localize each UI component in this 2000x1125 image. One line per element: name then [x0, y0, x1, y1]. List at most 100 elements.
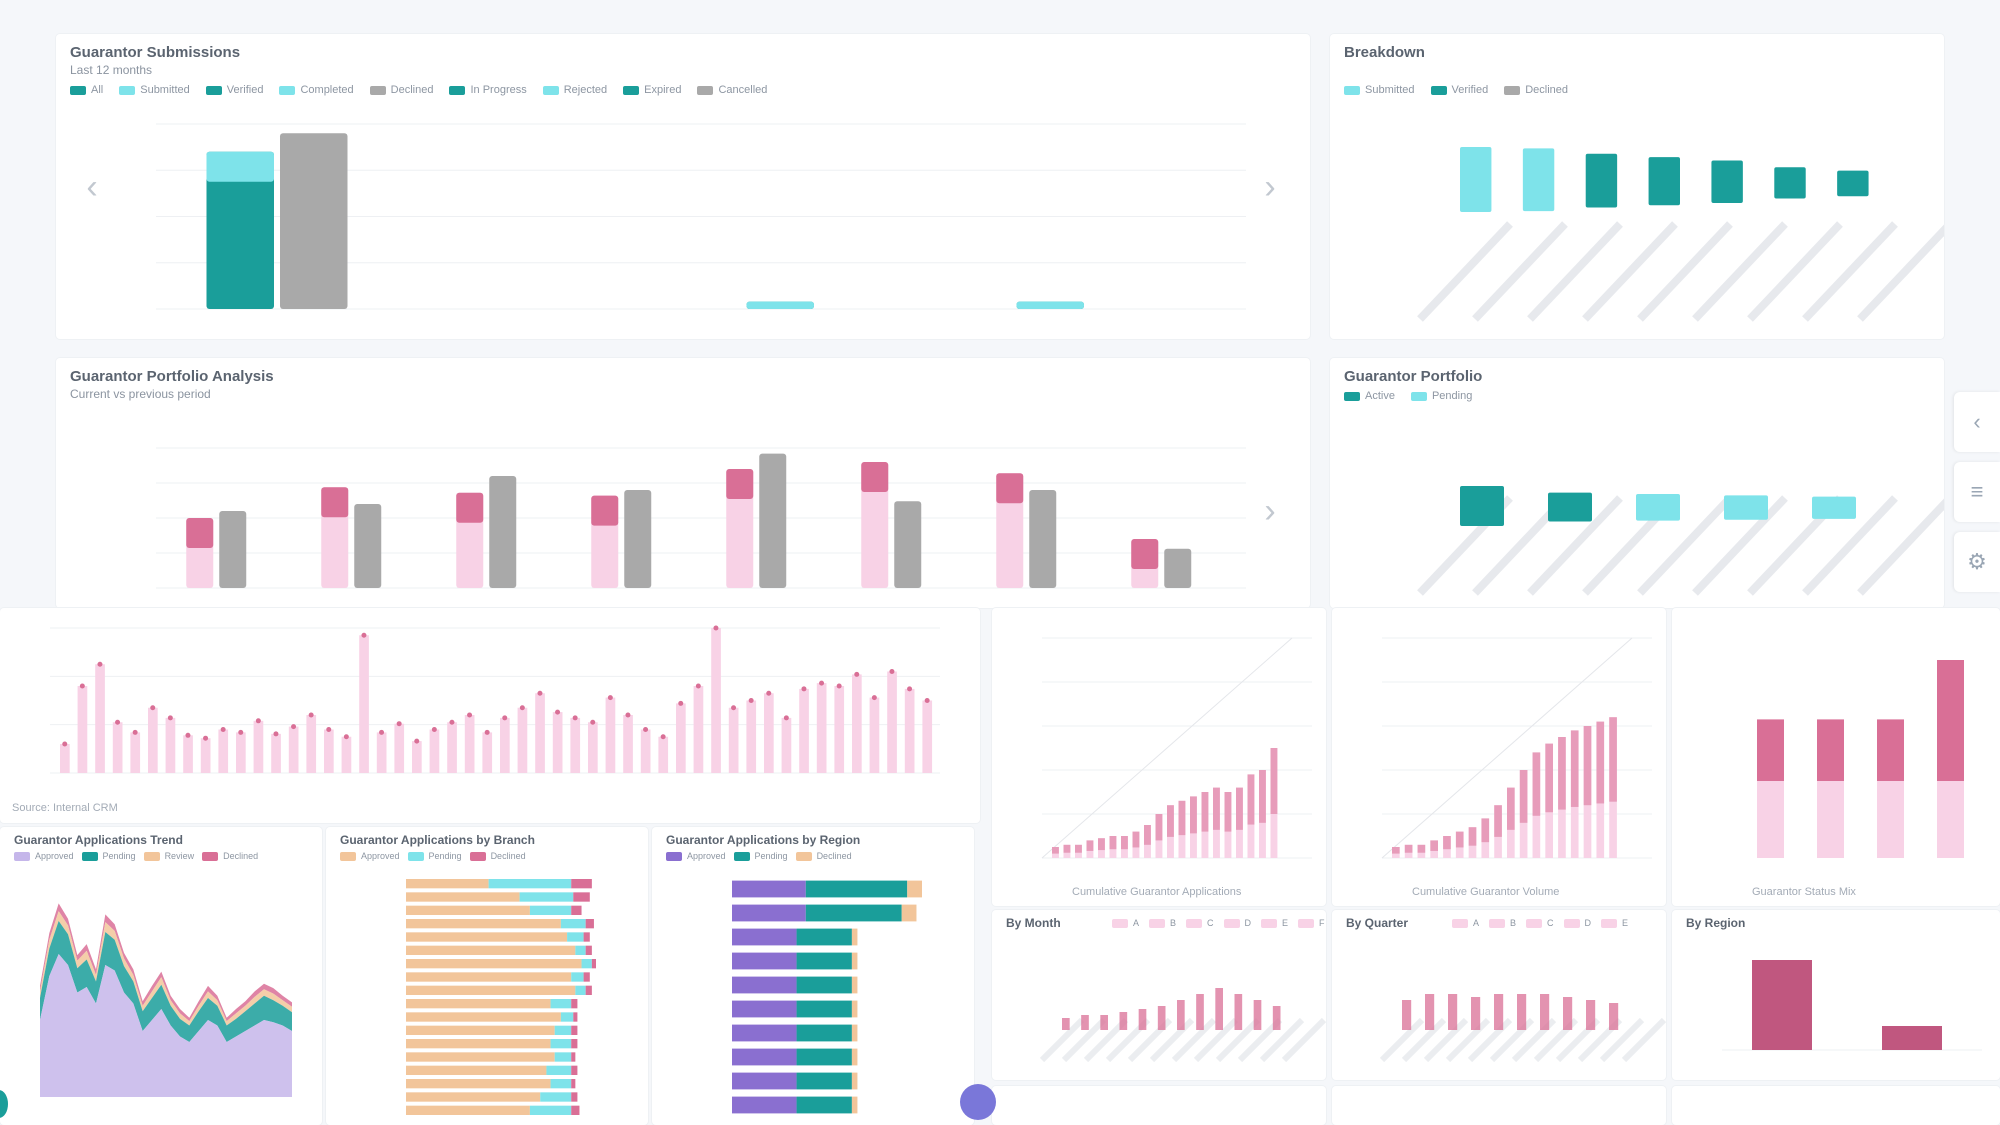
legend-swatch: [733, 851, 750, 861]
bar: [834, 686, 845, 773]
chevron-right-icon[interactable]: ›: [1256, 494, 1284, 528]
bar: [77, 686, 88, 773]
legend-label: Declined: [1525, 84, 1569, 96]
bar-marker: [783, 715, 789, 721]
legend-item[interactable]: Rejected: [542, 84, 607, 96]
legend-item[interactable]: F: [1298, 918, 1325, 928]
legend-item[interactable]: C: [1526, 918, 1554, 928]
legend-swatch: [202, 851, 219, 861]
bar-segment: [571, 1039, 578, 1049]
bar-top: [1201, 792, 1209, 832]
bar-segment: [796, 1048, 852, 1066]
legend-item[interactable]: C: [1186, 918, 1214, 928]
legend-item[interactable]: In Progress: [449, 84, 527, 96]
legend-item[interactable]: Cancelled: [697, 84, 767, 96]
bar-segment: [1937, 660, 1964, 781]
legend-item[interactable]: Approved: [666, 851, 726, 861]
legend-item[interactable]: Submitted: [1344, 84, 1415, 96]
legend-item[interactable]: Declined: [795, 851, 852, 861]
bar: [288, 726, 299, 773]
bar-marker: [801, 686, 807, 692]
legend-item[interactable]: Declined: [1504, 84, 1568, 96]
legend-item[interactable]: Approved: [340, 851, 400, 861]
bar: [200, 738, 211, 773]
legend-item[interactable]: All: [70, 84, 103, 96]
legend-item[interactable]: Verified: [205, 84, 263, 96]
legend-item[interactable]: Active: [1344, 390, 1395, 402]
grid-band: [1281, 1017, 1326, 1063]
grid-band: [1582, 221, 1678, 322]
legend-item[interactable]: Approved: [14, 851, 74, 861]
legend-label: Expired: [644, 84, 682, 96]
legend-item[interactable]: Completed: [279, 84, 354, 96]
legend-item[interactable]: A: [1112, 918, 1139, 928]
bar-segment: [406, 1039, 551, 1049]
legend-item[interactable]: Pending: [733, 851, 788, 861]
bar-cap: [321, 487, 349, 518]
chevron-left-icon[interactable]: ‹: [78, 170, 106, 204]
bar-top: [1558, 737, 1566, 810]
bar-segment: [575, 945, 586, 955]
legend-item[interactable]: D: [1563, 918, 1591, 928]
bar: [816, 683, 827, 773]
card-title: Guarantor Portfolio Analysis: [70, 368, 274, 385]
legend-item[interactable]: Verified: [1430, 84, 1488, 96]
legend-item[interactable]: Pending: [407, 851, 462, 861]
legend-swatch: [70, 85, 86, 95]
legend-item[interactable]: A: [1452, 918, 1479, 928]
legend-label: B: [1510, 918, 1517, 928]
legend-item[interactable]: B: [1489, 918, 1516, 928]
bar: [922, 700, 933, 773]
bar: [1494, 994, 1504, 1030]
cumulative-applications-chart: [1041, 637, 1312, 859]
chevron-right-icon[interactable]: ›: [1256, 170, 1284, 204]
bar: [624, 490, 652, 588]
legend-item[interactable]: Submitted: [119, 84, 190, 96]
bar: [1460, 486, 1504, 526]
bar-segment: [573, 892, 590, 902]
bar-top: [1178, 800, 1186, 836]
bar: [236, 732, 246, 773]
by-region-chart: [1722, 960, 1982, 1051]
bar-marker: [167, 715, 173, 721]
bar-marker: [115, 719, 121, 725]
bar-segment: [1877, 719, 1904, 781]
bar: [1837, 170, 1869, 197]
bar-cap: [1131, 539, 1159, 569]
legend-item[interactable]: Declined: [469, 851, 526, 861]
legend-label: E: [1622, 918, 1629, 928]
bar: [1081, 1015, 1089, 1030]
bar: [500, 717, 510, 773]
legend-item[interactable]: Expired: [623, 84, 681, 96]
legend-item[interactable]: Review: [143, 851, 194, 861]
legend-item[interactable]: Pending: [1410, 390, 1472, 402]
side-panel-tab-1[interactable]: ‹: [1954, 392, 2000, 452]
cumulative-applications-card: Cumulative Guarantor Applications: [992, 608, 1326, 906]
legend-item[interactable]: B: [1149, 918, 1176, 928]
bar-top: [1507, 787, 1515, 830]
bar-marker: [449, 719, 455, 725]
bar-segment: [406, 1105, 530, 1115]
bar-segment: [406, 1025, 555, 1035]
legend-item[interactable]: E: [1601, 918, 1628, 928]
legend-item[interactable]: Declined: [202, 851, 258, 861]
legend-label: Pending: [754, 851, 788, 861]
grid-band: [1472, 221, 1568, 322]
legend-item[interactable]: Pending: [81, 851, 136, 861]
bar: [1448, 994, 1458, 1030]
assistant-button[interactable]: [960, 1084, 996, 1120]
side-panel-tab-3[interactable]: ⚙: [1954, 532, 2000, 592]
legend-item[interactable]: D: [1223, 918, 1251, 928]
daily-applications-chart: [50, 625, 940, 774]
bar-segment: [571, 905, 582, 915]
legend-item[interactable]: Declined: [369, 84, 433, 96]
bar-top: [1052, 847, 1059, 854]
bar-marker: [695, 683, 701, 689]
side-panel-tab-2[interactable]: ≡: [1954, 462, 2000, 522]
bar: [1774, 167, 1806, 199]
legend-swatch: [697, 85, 714, 95]
bar-segment: [571, 1052, 576, 1062]
card-title: By Month: [1006, 916, 1061, 930]
legend-item[interactable]: E: [1261, 918, 1288, 928]
bar: [271, 733, 281, 773]
